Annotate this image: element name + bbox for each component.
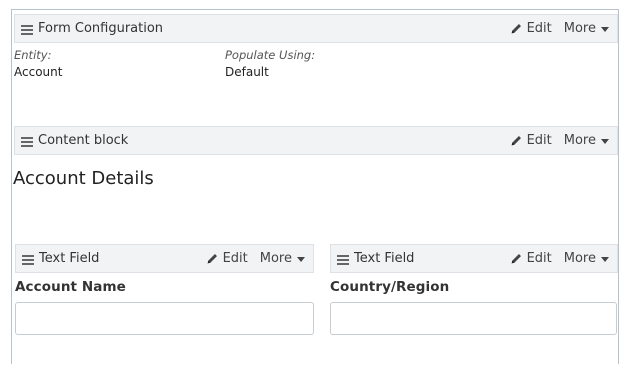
country-region-input[interactable] bbox=[330, 302, 617, 335]
entity-label: Entity: bbox=[14, 48, 52, 62]
caret-down-icon bbox=[601, 139, 609, 144]
country-region-label: Country/Region bbox=[330, 279, 450, 295]
text-field-title: Text Field bbox=[39, 251, 100, 266]
account-name-label: Account Name bbox=[15, 279, 126, 295]
more-label: More bbox=[563, 21, 596, 36]
text-field-more-button[interactable]: More bbox=[260, 251, 305, 266]
text-field-edit-button[interactable]: Edit bbox=[206, 251, 248, 266]
account-name-input[interactable] bbox=[15, 302, 314, 335]
drag-handle-icon[interactable] bbox=[337, 254, 349, 265]
drag-handle-icon[interactable] bbox=[21, 24, 33, 35]
more-label: More bbox=[259, 251, 292, 266]
text-field-title: Text Field bbox=[354, 251, 415, 266]
edit-label: Edit bbox=[526, 133, 552, 148]
pencil-icon bbox=[511, 24, 521, 34]
populate-using-value: Default bbox=[225, 65, 269, 79]
drag-handle-icon[interactable] bbox=[21, 136, 33, 147]
content-block-edit-button[interactable]: Edit bbox=[510, 133, 552, 148]
content-block-more-button[interactable]: More bbox=[564, 133, 609, 148]
text-field-actions: Edit More bbox=[206, 251, 305, 266]
caret-down-icon bbox=[601, 27, 609, 32]
text-field-more-button[interactable]: More bbox=[564, 251, 609, 266]
form-configuration-edit-button[interactable]: Edit bbox=[510, 21, 552, 36]
pencil-icon bbox=[511, 254, 521, 264]
drag-handle-icon[interactable] bbox=[22, 254, 34, 265]
pencil-icon bbox=[511, 136, 521, 146]
text-field-header-account-name[interactable]: Text Field Edit More bbox=[15, 244, 314, 273]
more-label: More bbox=[563, 251, 596, 266]
caret-down-icon bbox=[297, 257, 305, 262]
form-configuration-title: Form Configuration bbox=[38, 21, 164, 36]
form-configuration-header[interactable]: Form Configuration Edit More bbox=[14, 14, 618, 43]
content-block-title: Content block bbox=[38, 133, 129, 148]
form-configuration-more-button[interactable]: More bbox=[564, 21, 609, 36]
form-configuration-actions: Edit More bbox=[510, 21, 609, 36]
edit-label: Edit bbox=[526, 21, 552, 36]
edit-label: Edit bbox=[526, 251, 552, 266]
entity-value: Account bbox=[14, 65, 63, 79]
more-label: More bbox=[563, 133, 596, 148]
edit-label: Edit bbox=[222, 251, 248, 266]
content-block-actions: Edit More bbox=[510, 133, 609, 148]
account-details-heading: Account Details bbox=[13, 168, 154, 189]
caret-down-icon bbox=[601, 257, 609, 262]
form-editor-canvas: Form Configuration Edit More Entity: Acc… bbox=[0, 0, 636, 372]
populate-using-label: Populate Using: bbox=[225, 48, 316, 62]
content-block-header[interactable]: Content block Edit More bbox=[14, 126, 618, 155]
text-field-header-country-region[interactable]: Text Field Edit More bbox=[330, 244, 618, 273]
pencil-icon bbox=[207, 254, 217, 264]
text-field-actions: Edit More bbox=[510, 251, 609, 266]
text-field-edit-button[interactable]: Edit bbox=[510, 251, 552, 266]
